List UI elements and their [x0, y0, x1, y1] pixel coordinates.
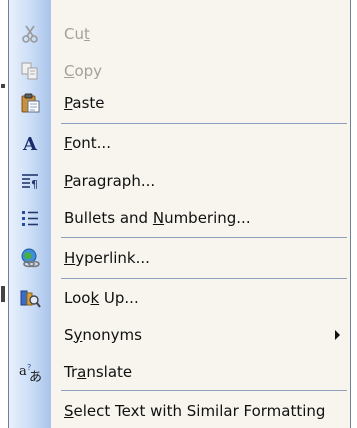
svg-text:¶: ¶ [31, 178, 38, 191]
menu-item-label: Select Text with Similar Formatting [64, 401, 326, 420]
svg-text:あ: あ [29, 370, 42, 383]
svg-text:A: A [22, 134, 38, 154]
submenu-arrow-icon [335, 330, 340, 340]
copy-icon [9, 54, 51, 87]
background-fragment [1, 84, 5, 88]
menu-item-label: Hyperlink... [64, 248, 150, 267]
menu-item-paste[interactable]: Paste [9, 86, 350, 119]
menu-item-cut[interactable]: Cut [9, 17, 350, 50]
research-icon [9, 281, 51, 314]
menu-item-copy[interactable]: Copy [9, 54, 350, 87]
menu-item-label: Cut [64, 24, 90, 43]
menu-item-translate[interactable]: a ? あ Translate [9, 355, 350, 388]
menu-item-look-up[interactable]: Look Up... [9, 281, 350, 314]
background-fragment [1, 286, 5, 302]
menu-item-synonyms[interactable]: Synonyms [9, 318, 350, 351]
menu-item-label: Font... [64, 133, 111, 152]
scissors-icon [9, 17, 51, 50]
bullets-icon [9, 201, 51, 234]
menu-separator [61, 278, 347, 279]
translate-icon: a ? あ [9, 355, 51, 388]
menu-item-font[interactable]: A Font... [9, 126, 350, 159]
screen: Cut Copy Paste A Font... ¶ Paragraph... … [0, 0, 357, 428]
hyperlink-icon [9, 241, 51, 274]
menu-item-label: Look Up... [64, 288, 139, 307]
menu-separator [61, 237, 347, 238]
menu-item-icon-slot [9, 394, 51, 427]
menu-item-label: Paste [64, 93, 105, 112]
menu-item-label: Copy [64, 61, 103, 80]
menu-item-select-similar-formatting[interactable]: Select Text with Similar Formatting [9, 394, 350, 427]
menu-item-label: Synonyms [64, 325, 142, 344]
menu-separator [61, 123, 347, 124]
paragraph-icon: ¶ [9, 164, 51, 197]
menu-item-label: Bullets and Numbering... [64, 208, 251, 227]
menu-item-icon-slot [9, 318, 51, 351]
menu-separator [61, 390, 347, 391]
menu-item-bullets-and-numbering[interactable]: Bullets and Numbering... [9, 201, 350, 234]
svg-text:a: a [19, 364, 27, 379]
font-icon: A [9, 126, 51, 159]
menu-item-label: Paragraph... [64, 171, 156, 190]
menu-item-hyperlink[interactable]: Hyperlink... [9, 241, 350, 274]
menu-item-paragraph[interactable]: ¶ Paragraph... [9, 164, 350, 197]
clipboard-icon [9, 86, 51, 119]
menu-item-label: Translate [64, 362, 133, 381]
context-menu: Cut Copy Paste A Font... ¶ Paragraph... … [8, 0, 351, 428]
